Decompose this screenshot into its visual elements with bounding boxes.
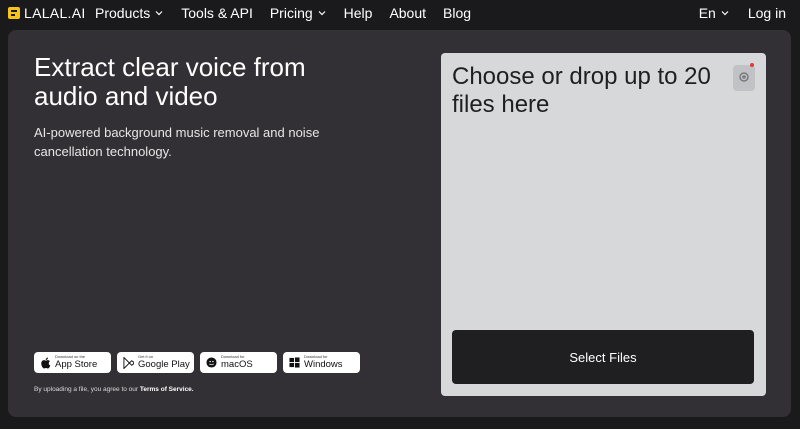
badge-title: Windows — [304, 359, 343, 371]
nav-pricing-label: Pricing — [269, 5, 313, 21]
terms-link[interactable]: Terms of Service. — [140, 386, 194, 393]
windows-icon — [288, 357, 300, 369]
badge-title: Google Play — [138, 359, 190, 371]
apple-icon — [39, 357, 51, 369]
google-play-text: Get it on Google Play — [138, 355, 190, 370]
badge-title: macOS — [221, 359, 253, 371]
logo-icon — [8, 7, 20, 19]
nav-tools-api[interactable]: Tools & API — [181, 5, 253, 21]
badge-title: App Store — [55, 359, 98, 371]
terms-text: By uploading a file, you agree to our — [34, 386, 139, 393]
nav-help[interactable]: Help — [344, 5, 373, 21]
login-link[interactable]: Log in — [748, 5, 786, 21]
record-button[interactable] — [733, 65, 755, 91]
nav-help-label: Help — [343, 5, 373, 21]
file-drop-zone[interactable]: Choose or drop up to 20 files here Selec… — [441, 53, 766, 396]
header-right: En Log in — [699, 4, 786, 22]
app-store-badges: Download on the App Store Get it on Goog… — [34, 352, 360, 373]
chevron-down-icon — [154, 8, 164, 18]
google-play-icon — [122, 356, 134, 369]
main-nav: Products Tools & API Pricing Help About … — [95, 4, 488, 22]
recording-indicator-dot — [750, 63, 754, 67]
logo[interactable]: LALAL.AI — [8, 5, 86, 21]
nav-pricing[interactable]: Pricing — [270, 5, 327, 21]
logo-text: LALAL.AI — [24, 5, 86, 21]
windows-button[interactable]: Download for Windows — [283, 352, 360, 373]
google-play-button[interactable]: Get it on Google Play — [117, 352, 194, 373]
nav-products[interactable]: Products — [95, 5, 164, 21]
drop-zone-title: Choose or drop up to 20 files here — [452, 63, 711, 118]
nav-tools-api-label: Tools & API — [181, 5, 253, 21]
page-title: Extract clear voice from audio and video — [34, 52, 306, 111]
record-icon — [739, 69, 749, 87]
chevron-down-icon — [720, 8, 730, 18]
nav-about-label: About — [389, 5, 427, 21]
page-subtitle: AI-powered background music removal and … — [34, 125, 320, 159]
language-selector[interactable]: En — [699, 5, 730, 21]
macos-button[interactable]: Download for macOS — [200, 352, 277, 373]
main-panel: Extract clear voice from audio and video… — [8, 30, 791, 417]
chevron-down-icon — [317, 8, 327, 18]
nav-products-label: Products — [95, 5, 151, 21]
macos-icon — [205, 357, 217, 369]
top-navigation: LALAL.AI Products Tools & API Pricing He… — [0, 0, 800, 26]
windows-text: Download for Windows — [304, 355, 343, 370]
select-files-button[interactable]: Select Files — [452, 330, 754, 384]
nav-about[interactable]: About — [389, 5, 426, 21]
terms-notice: By uploading a file, you agree to our Te… — [34, 386, 194, 393]
language-label: En — [698, 5, 716, 21]
nav-blog[interactable]: Blog — [443, 5, 471, 21]
app-store-button[interactable]: Download on the App Store — [34, 352, 111, 373]
app-store-text: Download on the App Store — [55, 355, 97, 370]
nav-blog-label: Blog — [443, 5, 472, 21]
macos-text: Download for macOS — [221, 355, 253, 370]
